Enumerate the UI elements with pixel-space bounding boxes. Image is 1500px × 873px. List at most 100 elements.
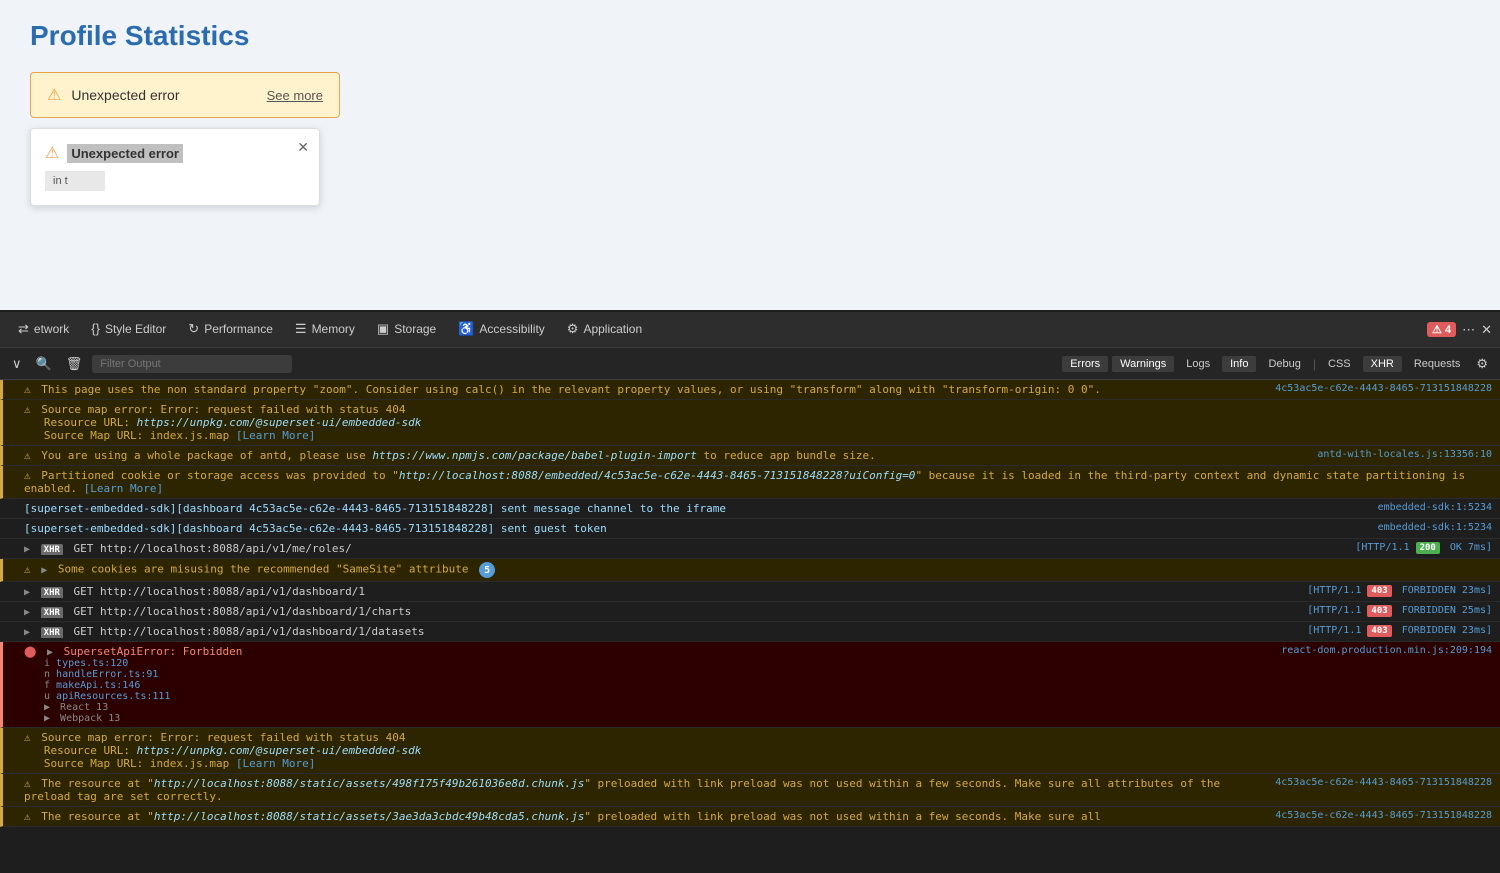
filter-css[interactable]: CSS (1320, 356, 1359, 372)
console-row: ⚠ Source map error: Error: request faile… (0, 728, 1500, 774)
learn-more-link3[interactable]: [Learn More] (236, 757, 315, 770)
filter-requests[interactable]: Requests (1406, 356, 1468, 372)
performance-icon: ↻ (188, 321, 199, 337)
filter-xhr[interactable]: XHR (1363, 356, 1402, 372)
console-row: ⚠ The resource at "http://localhost:8088… (0, 807, 1500, 827)
filter-errors[interactable]: Errors (1062, 356, 1108, 372)
tab-accessibility[interactable]: ♿ Accessibility (448, 315, 555, 345)
tab-network[interactable]: ⇄ etwork (8, 315, 79, 345)
error-banner-text: Unexpected error (71, 87, 179, 103)
filter-logs[interactable]: Logs (1178, 356, 1218, 372)
learn-more-link[interactable]: [Learn More] (236, 429, 315, 442)
row-source[interactable]: embedded-sdk:1:5234 (1378, 522, 1492, 533)
tab-style-editor[interactable]: {} Style Editor (81, 315, 176, 344)
tab-memory[interactable]: ☰ Memory (285, 315, 365, 345)
error-icon: ⚠ (47, 85, 61, 105)
page-title: Profile Statistics (30, 20, 1470, 52)
console-row: ⚠ ▶ Some cookies are misusing the recomm… (0, 559, 1500, 582)
console-row: ⚠ This page uses the non standard proper… (0, 380, 1500, 400)
warn-icon: ⚠ (24, 449, 31, 462)
filter-warnings[interactable]: Warnings (1112, 356, 1174, 372)
console-row: ⚠ The resource at "http://localhost:8088… (0, 774, 1500, 807)
expand-arrow[interactable]: ▶ (24, 544, 30, 555)
tab-performance-label: Performance (204, 322, 273, 336)
warn-icon: ⚠ (24, 383, 31, 396)
tab-accessibility-label: Accessibility (479, 322, 544, 336)
filter-info[interactable]: Info (1222, 356, 1256, 372)
main-content: Profile Statistics ⚠ Unexpected error Se… (0, 0, 1500, 310)
tab-storage[interactable]: ▣ Storage (367, 315, 446, 345)
devtools-close-button[interactable]: ✕ (1481, 322, 1492, 338)
console-toolbar: ∨ 🔍 🗑 Errors Warnings Logs Info Debug | … (0, 348, 1500, 380)
row-source[interactable]: react-dom.production.min.js:209:194 (1281, 645, 1492, 656)
expand-arrow[interactable]: ▶ (41, 565, 47, 576)
xhr-badge: XHR (41, 544, 63, 555)
clear-button[interactable]: 🗑 (62, 354, 87, 374)
network-icon: ⇄ (18, 321, 29, 337)
warn-icon: ⚠ (24, 469, 31, 482)
row-source[interactable]: embedded-sdk:1:5234 (1378, 502, 1492, 513)
error-circle-icon: ⬤ (24, 645, 36, 658)
row-source[interactable]: 4c53ac5e-c62e-4443-8465-713151848228 (1275, 383, 1492, 394)
console-row: ▶ XHR GET http://localhost:8088/api/v1/d… (0, 582, 1500, 602)
expand-arrow[interactable]: ▶ (24, 607, 30, 618)
row-source: [HTTP/1.1 200 OK 7ms] (1355, 542, 1492, 553)
expand-button[interactable]: ∨ (8, 354, 26, 374)
row-source[interactable]: antd-with-locales.js:13356:10 (1317, 449, 1492, 460)
tab-network-label: etwork (34, 322, 69, 336)
application-icon: ⚙ (567, 321, 579, 337)
storage-icon: ▣ (377, 321, 389, 337)
warn-icon: ⚠ (24, 731, 31, 744)
console-row: ▶ XHR GET http://localhost:8088/api/v1/m… (0, 539, 1500, 559)
devtools-tabs: ⇄ etwork {} Style Editor ↻ Performance ☰… (0, 312, 1500, 348)
tab-overflow-button[interactable]: ⋯ (1462, 322, 1475, 338)
learn-more-link2[interactable]: [Learn More] (84, 482, 163, 495)
expand-arrow[interactable]: ▶ (47, 647, 53, 658)
warn-icon: ⚠ (24, 810, 31, 823)
error-popup: ⚠ Unexpected error ✕ in t (30, 128, 320, 206)
row-source[interactable]: 4c53ac5e-c62e-4443-8465-713151848228 (1275, 777, 1492, 788)
samesite-count: 5 (479, 562, 495, 578)
filter-input[interactable] (92, 355, 292, 373)
search-button[interactable]: 🔍 (32, 354, 56, 374)
xhr-badge: XHR (41, 587, 63, 598)
expand-arrow[interactable]: ▶ (24, 587, 30, 598)
warn-icon: ⚠ (24, 777, 31, 790)
console-row: ⚠ Partitioned cookie or storage access w… (0, 466, 1500, 499)
console-row: [superset-embedded-sdk][dashboard 4c53ac… (0, 519, 1500, 539)
error-detail: in t (45, 171, 105, 191)
tab-application[interactable]: ⚙ Application (557, 315, 652, 345)
devtools-panel: ⇄ etwork {} Style Editor ↻ Performance ☰… (0, 310, 1500, 873)
tab-performance[interactable]: ↻ Performance (178, 315, 283, 345)
error-count-badge: ⚠ 4 (1427, 322, 1456, 337)
row-source: [HTTP/1.1 403 FORBIDDEN 23ms] (1307, 585, 1492, 596)
row-source[interactable]: 4c53ac5e-c62e-4443-8465-713151848228 (1275, 810, 1492, 821)
xhr-badge: XHR (41, 627, 63, 638)
console-row: ▶ XHR GET http://localhost:8088/api/v1/d… (0, 622, 1500, 642)
error-popup-title: Unexpected error (67, 144, 183, 163)
console-row: ⚠ You are using a whole package of antd,… (0, 446, 1500, 466)
close-button[interactable]: ✕ (297, 139, 309, 156)
tab-style-editor-label: Style Editor (105, 322, 166, 336)
see-more-link[interactable]: See more (267, 88, 323, 103)
console-row: ⬤ ▶ SupersetApiError: Forbidden i types.… (0, 642, 1500, 728)
accessibility-icon: ♿ (458, 321, 474, 337)
row-source: [HTTP/1.1 403 FORBIDDEN 25ms] (1307, 605, 1492, 616)
tab-memory-label: Memory (312, 322, 355, 336)
filter-debug[interactable]: Debug (1260, 356, 1308, 372)
settings-button[interactable]: ⚙ (1472, 354, 1492, 374)
xhr-badge: XHR (41, 607, 63, 618)
console-row: ▶ XHR GET http://localhost:8088/api/v1/d… (0, 602, 1500, 622)
error-banner: ⚠ Unexpected error See more (30, 72, 340, 118)
warn-icon: ⚠ (24, 403, 31, 416)
console-row: [superset-embedded-sdk][dashboard 4c53ac… (0, 499, 1500, 519)
tab-application-label: Application (583, 322, 642, 336)
console-body: ⚠ This page uses the non standard proper… (0, 380, 1500, 873)
popup-error-icon: ⚠ (45, 143, 59, 163)
warn-icon: ⚠ (24, 563, 31, 576)
row-source: [HTTP/1.1 403 FORBIDDEN 23ms] (1307, 625, 1492, 636)
style-editor-icon: {} (91, 321, 100, 336)
memory-icon: ☰ (295, 321, 307, 337)
expand-arrow[interactable]: ▶ (24, 627, 30, 638)
console-row: ⚠ Source map error: Error: request faile… (0, 400, 1500, 446)
